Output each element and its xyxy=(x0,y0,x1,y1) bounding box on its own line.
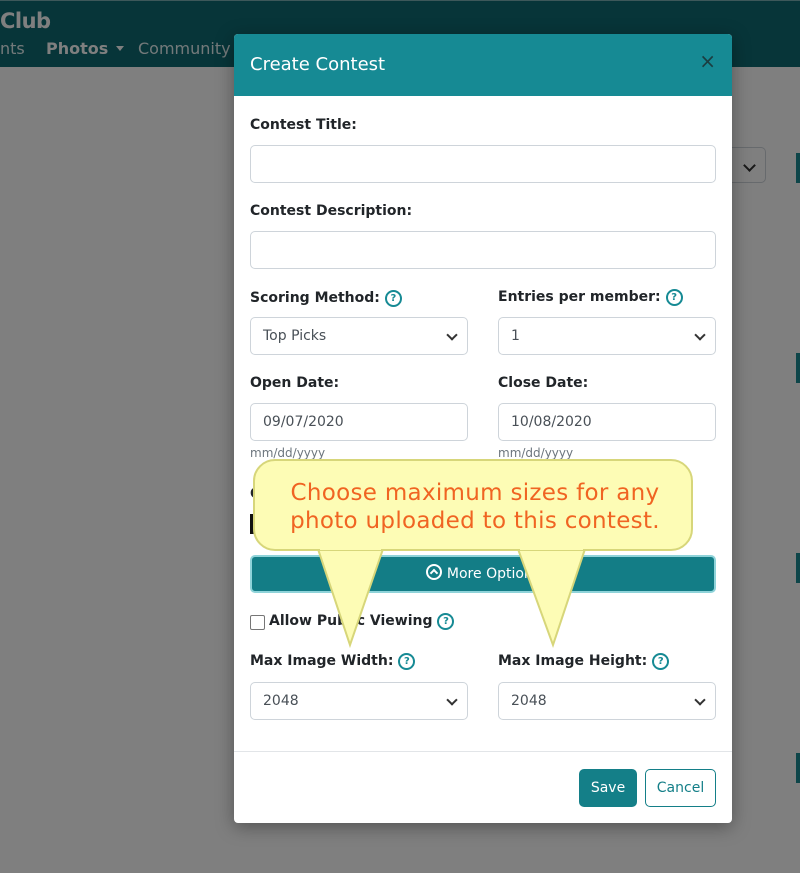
callout-pointer-seams xyxy=(320,546,583,550)
callout-seam-left xyxy=(320,546,381,550)
callout-seam-right xyxy=(520,546,583,550)
